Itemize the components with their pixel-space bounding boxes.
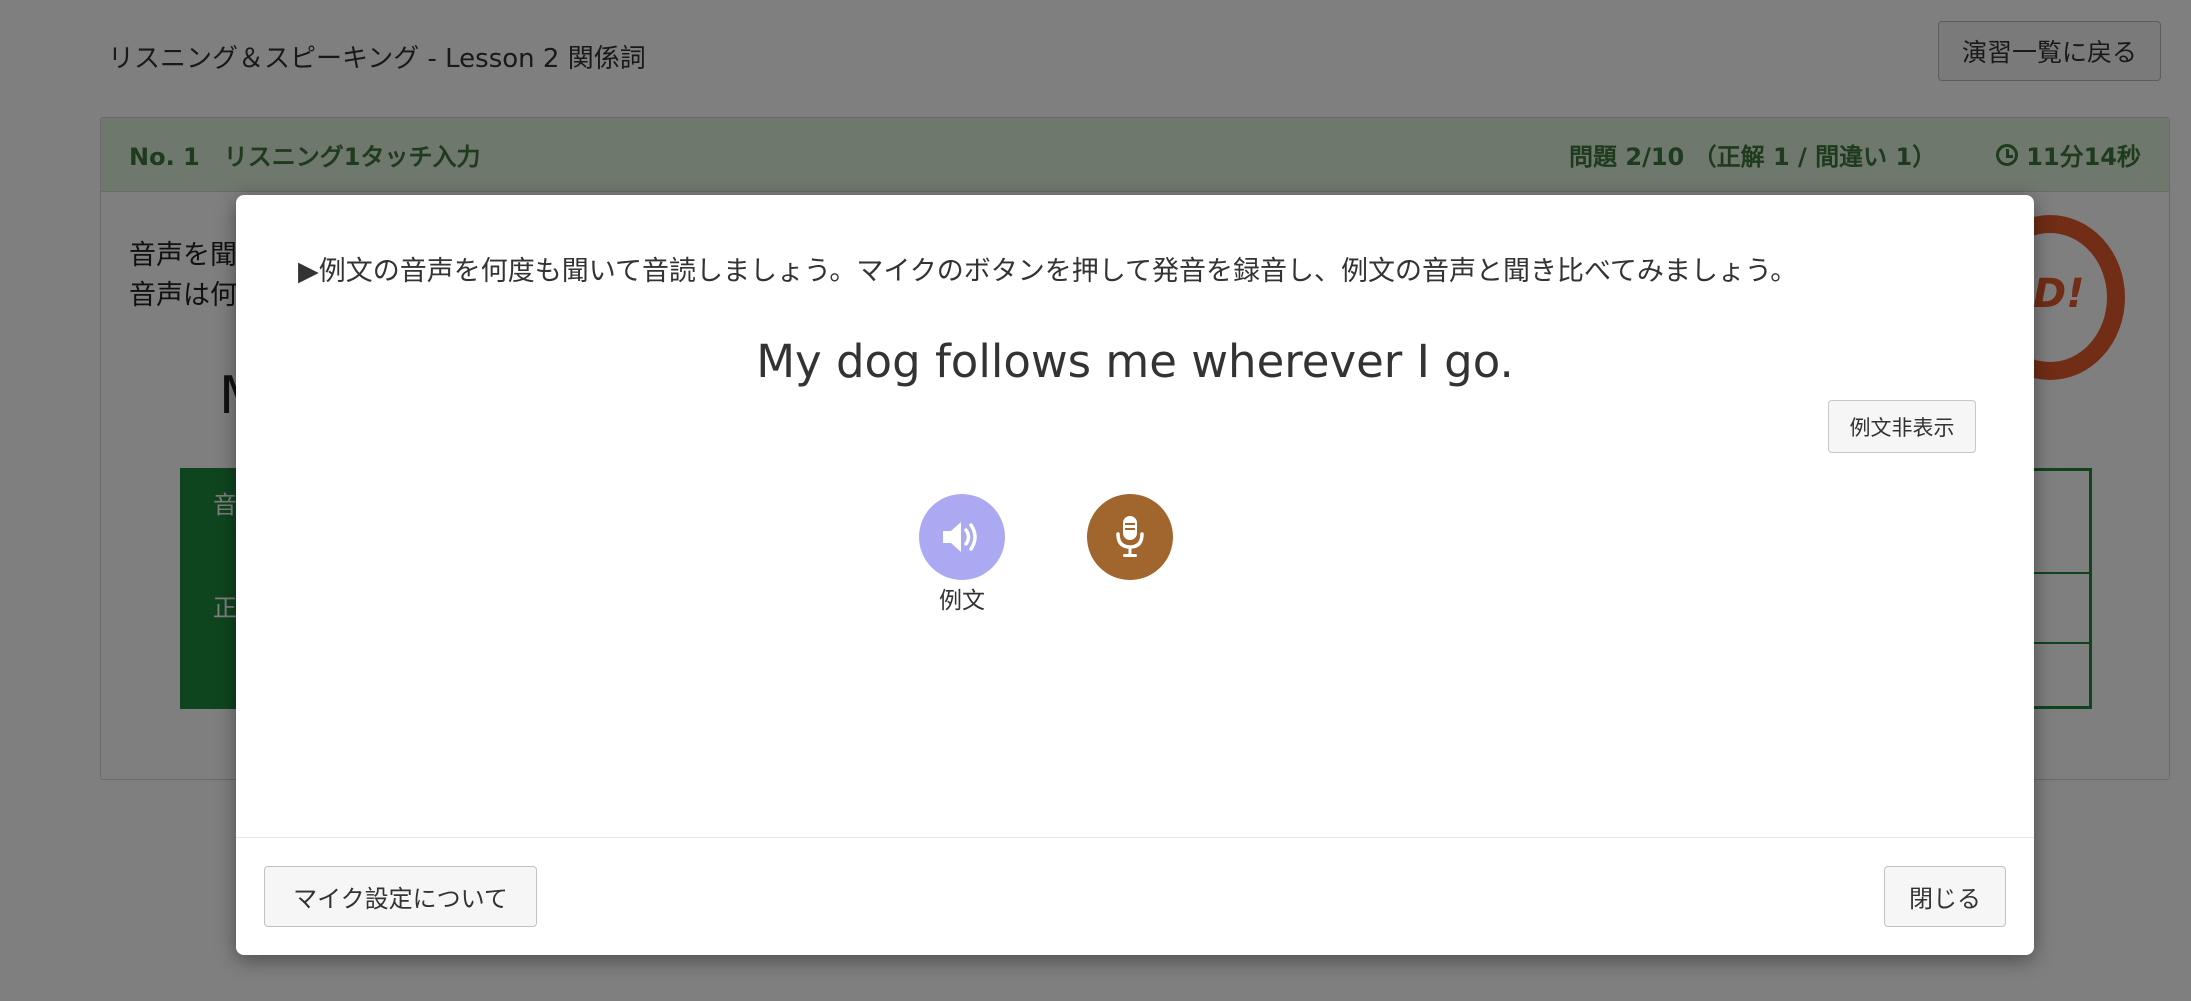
page: リスニング＆スピーキング - Lesson 2 関係詞 演習一覧に戻る No. … — [0, 0, 2191, 1001]
mic-settings-button[interactable]: マイク設定について — [264, 866, 537, 927]
speaker-icon — [943, 522, 977, 552]
record-button[interactable] — [1087, 494, 1173, 580]
play-example-button[interactable] — [919, 494, 1005, 580]
modal-instruction: ▶例文の音声を何度も聞いて音読しましょう。マイクのボタンを押して発音を録音し、例… — [298, 256, 1798, 287]
hide-sentence-button[interactable]: 例文非表示 — [1828, 400, 1976, 453]
modal-footer-divider — [236, 837, 2034, 838]
speaking-practice-modal: ▶例文の音声を何度も聞いて音読しましょう。マイクのボタンを押して発音を録音し、例… — [236, 195, 2034, 955]
microphone-icon — [1116, 516, 1144, 557]
play-example-label: 例文 — [939, 588, 985, 614]
close-button[interactable]: 閉じる — [1884, 866, 2006, 927]
example-sentence: My dog follows me wherever I go. — [756, 335, 1514, 388]
